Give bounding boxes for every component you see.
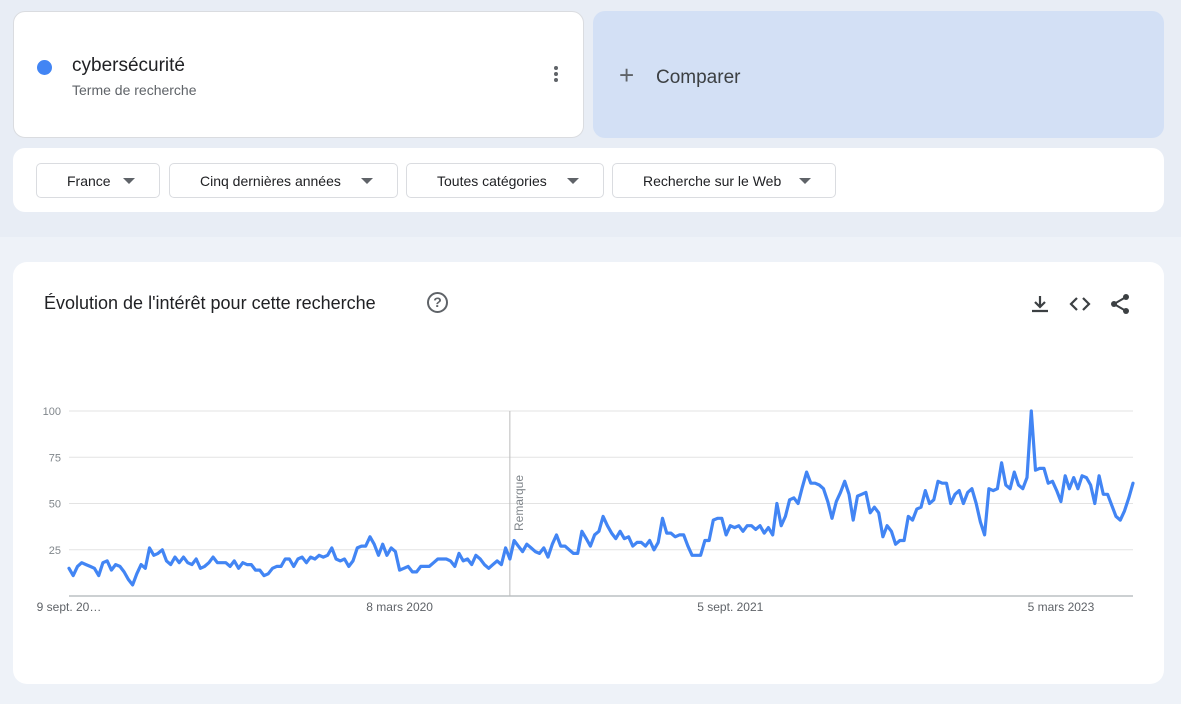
interest-over-time-card: Évolution de l'intérêt pour cette recher… <box>13 262 1164 684</box>
filter-bar: France Cinq dernières années Toutes caté… <box>13 148 1164 212</box>
y-tick-label: 75 <box>49 452 61 464</box>
period-label: Cinq dernières années <box>200 172 341 189</box>
search-type-label: Recherche sur le Web <box>643 172 782 189</box>
x-tick-label: 5 mars 2023 <box>1028 600 1095 614</box>
search-type-dropdown[interactable]: Recherche sur le Web <box>612 163 836 198</box>
y-tick-label: 100 <box>43 406 61 418</box>
y-tick-label: 25 <box>49 545 61 557</box>
plus-icon: + <box>619 60 635 90</box>
caret-down-icon <box>123 178 135 184</box>
category-dropdown[interactable]: Toutes catégories <box>406 163 604 198</box>
x-tick-label: 8 mars 2020 <box>366 600 433 614</box>
annotation-label: Remarque <box>512 475 526 531</box>
search-term-subtitle: Terme de recherche <box>72 82 197 98</box>
search-term-card[interactable]: cybersécurité Terme de recherche <box>13 11 584 138</box>
line-chart: 25 50 75 100 9 sept. 20… 8 mars 2020 5 sept. 2… <box>37 406 1135 614</box>
y-tick-label: 50 <box>49 499 61 511</box>
period-dropdown[interactable]: Cinq dernières années <box>169 163 398 198</box>
category-label: Toutes catégories <box>437 172 547 189</box>
more-options-icon[interactable] <box>548 64 564 86</box>
caret-down-icon <box>567 178 579 184</box>
x-tick-label: 5 sept. 2021 <box>697 600 763 614</box>
caret-down-icon <box>799 178 811 184</box>
compare-label: Comparer <box>656 67 741 88</box>
region-label: France <box>67 172 111 189</box>
compare-button[interactable]: + Comparer <box>593 11 1164 138</box>
caret-down-icon <box>361 178 373 184</box>
series-line <box>67 409 1135 587</box>
region-dropdown[interactable]: France <box>36 163 160 198</box>
series-color-dot <box>37 60 52 75</box>
search-term-name[interactable]: cybersécurité <box>72 55 185 77</box>
x-tick-label: 9 sept. 20… <box>37 600 102 614</box>
